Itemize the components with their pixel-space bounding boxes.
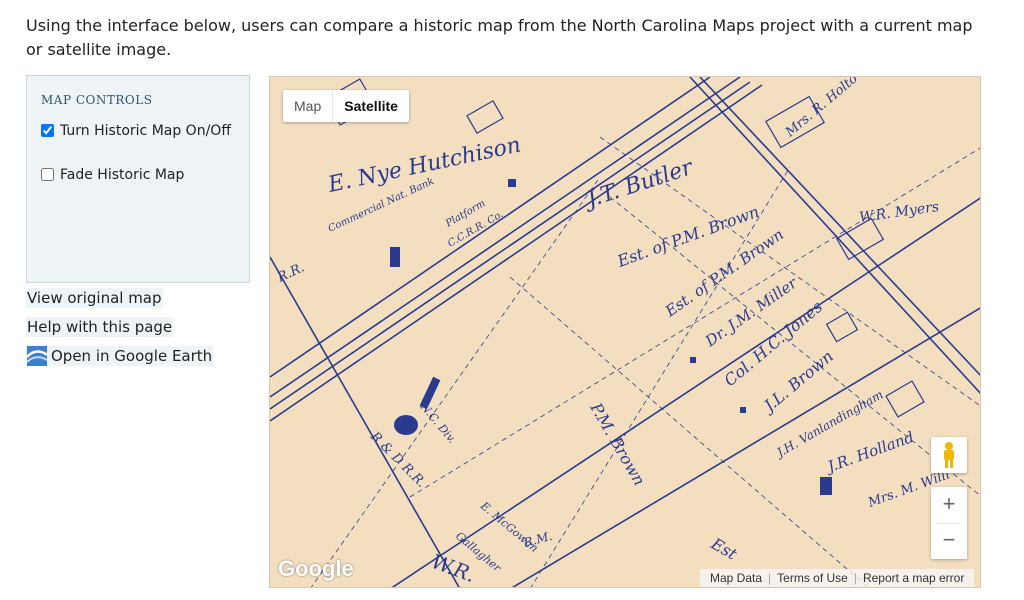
google-earth-icon <box>26 346 48 366</box>
fade-historic-map-label: Fade Historic Map <box>60 167 185 183</box>
zoom-divider <box>937 523 961 524</box>
page-links: View original map Help with this page Op… <box>26 288 214 375</box>
map-controls-title: MAP CONTROLS <box>41 93 153 107</box>
toggle-historic-map-checkbox[interactable] <box>41 124 54 137</box>
map-data-link[interactable]: Map Data <box>704 569 768 587</box>
help-link[interactable]: Help with this page <box>26 317 174 337</box>
google-earth-link[interactable]: Open in Google Earth <box>26 346 214 366</box>
map-type-control: Map Satellite <box>283 90 409 122</box>
google-logo: Google <box>278 556 354 581</box>
historic-map-image: E. Nye Hutchison J.T. Butler Est. of P.M… <box>270 77 980 587</box>
terms-of-use-link[interactable]: Terms of Use <box>771 569 854 587</box>
toggle-historic-map-label: Turn Historic Map On/Off <box>60 123 231 139</box>
zoom-out-button[interactable]: − <box>931 523 967 559</box>
map-attribution: Map Data | Terms of Use | Report a map e… <box>700 569 975 587</box>
fade-historic-map[interactable]: Fade Historic Map <box>41 165 184 185</box>
zoom-in-button[interactable]: + <box>931 487 967 523</box>
map-type-map-button[interactable]: Map <box>283 90 332 122</box>
map-canvas[interactable]: E. Nye Hutchison J.T. Butler Est. of P.M… <box>269 76 981 588</box>
report-map-error-link[interactable]: Report a map error <box>857 569 970 587</box>
pegman-icon <box>944 442 954 468</box>
map-type-satellite-button[interactable]: Satellite <box>332 90 409 122</box>
toggle-historic-map[interactable]: Turn Historic Map On/Off <box>41 121 241 141</box>
fade-historic-map-checkbox[interactable] <box>41 168 54 181</box>
intro-text: Using the interface below, users can com… <box>26 16 973 59</box>
google-earth-label: Open in Google Earth <box>51 347 213 365</box>
map-controls-panel: MAP CONTROLS Turn Historic Map On/Off Fa… <box>26 75 250 283</box>
street-view-pegman[interactable] <box>931 437 967 473</box>
view-original-map-link[interactable]: View original map <box>26 288 163 308</box>
zoom-control: + − <box>931 487 967 559</box>
